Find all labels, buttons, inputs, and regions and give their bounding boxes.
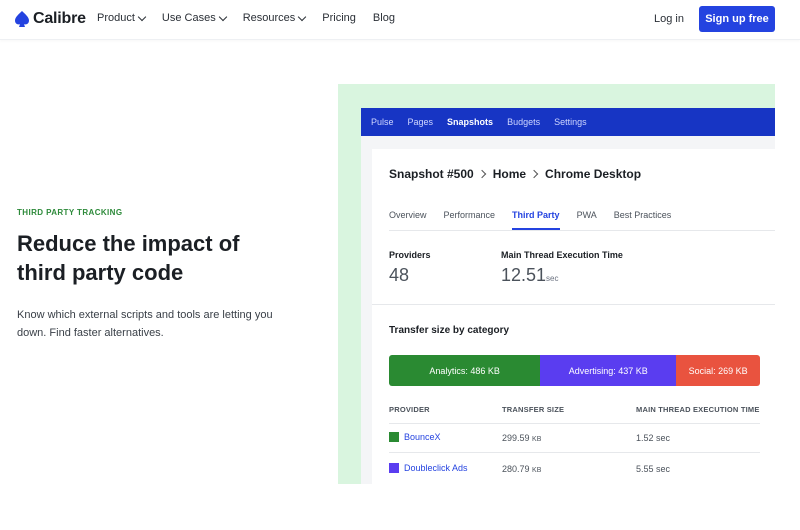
provider-name: BounceX (404, 432, 441, 442)
exec-time-unit: sec (546, 274, 559, 283)
chevron-right-icon (477, 169, 486, 179)
segment-advertising[interactable]: Advertising: 437 KB (540, 355, 677, 386)
breadcrumb-snapshot[interactable]: Snapshot #500 (389, 167, 474, 181)
chevron-down-icon (218, 12, 227, 21)
column-header-transfer-size[interactable]: TRANSFER SIZE (502, 405, 564, 414)
segment-analytics[interactable]: Analytics: 486 KB (389, 355, 541, 386)
size-value: 299.59 (502, 433, 530, 443)
nav-item-blog[interactable]: Blog (373, 12, 395, 24)
chevron-down-icon (298, 12, 307, 21)
table-row-provider[interactable]: BounceX (389, 432, 441, 442)
brand-logo[interactable]: Calibre (15, 10, 86, 28)
nav-item-label: Blog (372, 12, 395, 24)
exec-time-label: Main Thread Execution Time (501, 250, 623, 260)
chevron-right-icon (529, 169, 539, 179)
primary-nav: Product Use Cases Resources Pricing Blog (97, 12, 412, 24)
breadcrumb: Snapshot #500 Home Chrome Desktop (389, 167, 641, 181)
subtab-best-practices[interactable]: Best Practices (614, 201, 672, 230)
table-cell-size: 280.79 KB (502, 464, 541, 474)
divider (372, 304, 775, 305)
snapshot-card: Snapshot #500 Home Chrome Desktop Overvi… (372, 149, 775, 484)
column-header-provider[interactable]: PROVIDER (389, 405, 430, 414)
app-navigation: Pulse Pages Snapshots Budgets Settings (361, 108, 775, 136)
nav-item-label: Use Cases (161, 12, 216, 24)
table-row-provider[interactable]: Doubleclick Ads (389, 463, 468, 473)
signup-button[interactable]: Sign up free (699, 6, 775, 32)
table-divider (389, 423, 760, 424)
subtab-overview[interactable]: Overview (389, 201, 427, 230)
size-value: 280.79 (502, 464, 530, 474)
subtab-performance[interactable]: Performance (444, 201, 496, 230)
provider-name: Doubleclick Ads (404, 463, 468, 473)
nav-item-use-cases[interactable]: Use Cases (161, 12, 227, 24)
hero-description: Know which external scripts and tools ar… (17, 306, 307, 342)
exec-time-number: 12.51 (501, 265, 547, 285)
category-swatch (389, 432, 399, 442)
lede-line-2: down. Find faster alternatives. (17, 327, 164, 339)
app-tab-pulse[interactable]: Pulse (371, 117, 394, 127)
app-tab-pages[interactable]: Pages (408, 117, 434, 127)
nav-item-label: Product (97, 12, 135, 24)
table-divider (389, 452, 760, 453)
subtab-pwa[interactable]: PWA (577, 201, 597, 230)
section-eyebrow: THIRD PARTY TRACKING (17, 208, 123, 217)
breadcrumb-profile: Chrome Desktop (545, 167, 642, 181)
nav-item-product[interactable]: Product (97, 12, 147, 24)
subtab-third-party[interactable]: Third Party (512, 201, 560, 230)
lede-line-1: Know which external scripts and tools ar… (17, 309, 273, 321)
app-tab-settings[interactable]: Settings (554, 117, 587, 127)
table-cell-size: 299.59 KB (502, 433, 541, 443)
nav-item-pricing[interactable]: Pricing (322, 12, 356, 24)
headline-line-1: Reduce the impact of (17, 231, 240, 256)
snapshot-subtabs: Overview Performance Third Party PWA Bes… (389, 201, 775, 231)
table-cell-time: 1.52 sec (636, 433, 671, 443)
transfer-size-title: Transfer size by category (389, 325, 510, 336)
breadcrumb-page[interactable]: Home (493, 167, 526, 181)
app-tab-budgets[interactable]: Budgets (507, 117, 540, 127)
providers-label: Providers (389, 250, 431, 260)
nav-item-label: Pricing (322, 12, 356, 24)
segment-social[interactable]: Social: 269 KB (676, 355, 760, 386)
exec-time-value: 12.51sec (501, 265, 559, 286)
transfer-size-bar: Analytics: 486 KB Advertising: 437 KB So… (389, 355, 760, 386)
providers-value: 48 (389, 265, 410, 285)
nav-item-label: Resources (242, 12, 296, 24)
product-preview: Pulse Pages Snapshots Budgets Settings S… (361, 108, 775, 484)
app-tab-snapshots[interactable]: Snapshots (447, 117, 493, 127)
size-unit: KB (532, 467, 542, 474)
brand-name: Calibre (33, 10, 86, 27)
chevron-down-icon (137, 12, 147, 21)
size-unit: KB (532, 436, 542, 443)
column-header-exec-time[interactable]: MAIN THREAD EXECUTION TIME (636, 405, 760, 414)
top-navigation: Calibre Product Use Cases Resources Pric… (0, 0, 800, 40)
page-title: Reduce the impact of third party code (17, 229, 317, 287)
headline-line-2: third party code (17, 260, 184, 285)
nav-item-resources[interactable]: Resources (242, 12, 307, 24)
table-cell-time: 5.55 sec (636, 464, 671, 474)
category-swatch (389, 463, 399, 473)
calibre-logo-icon (15, 11, 29, 27)
login-link[interactable]: Log in (654, 13, 684, 25)
